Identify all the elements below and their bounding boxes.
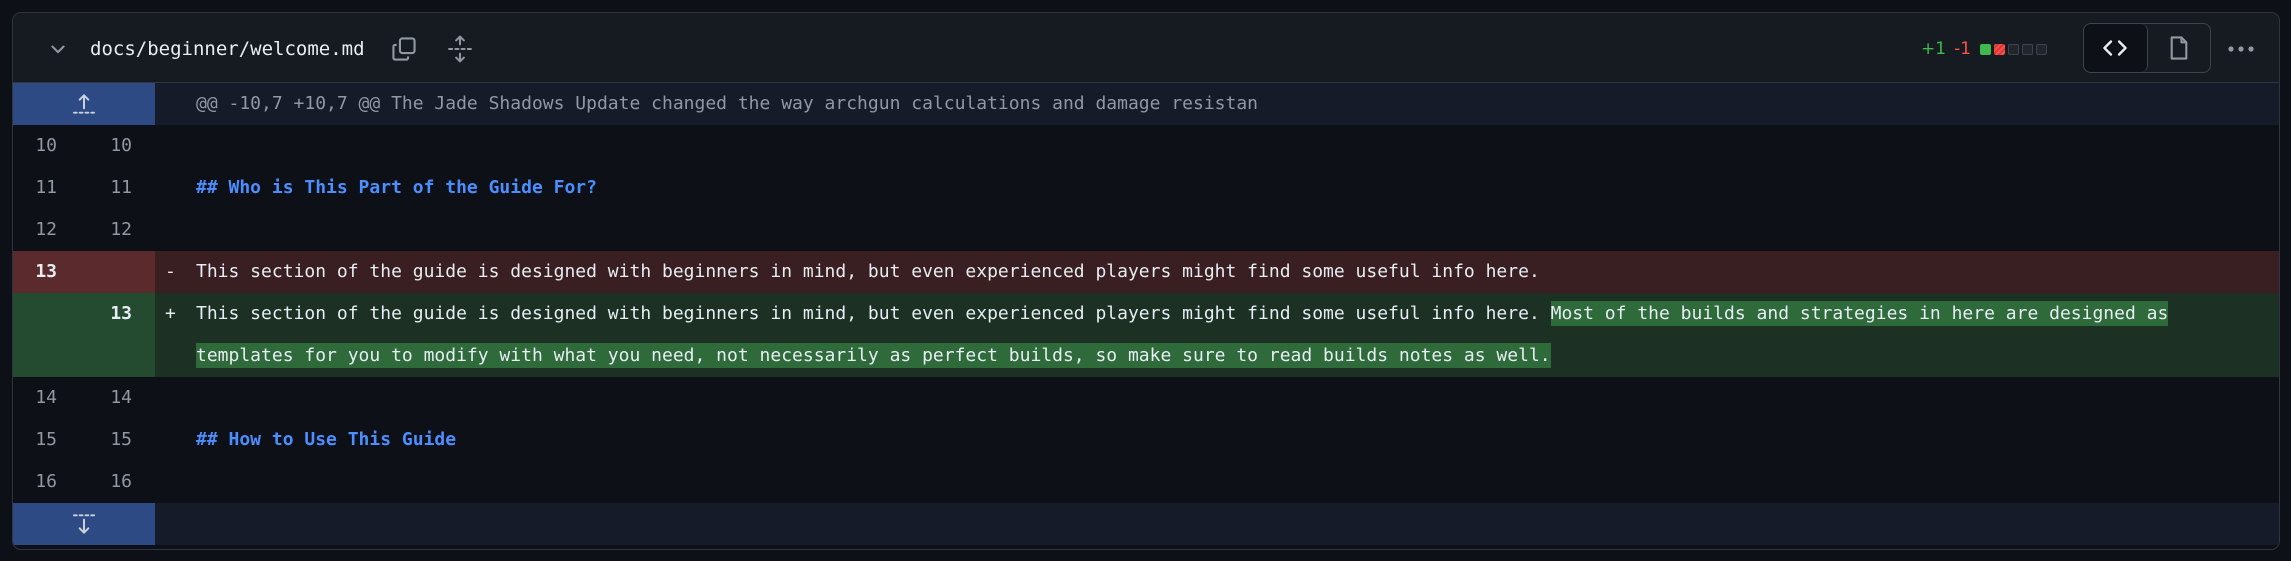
diff-line: 10 10 — [13, 125, 2279, 167]
diffstat-block-added — [1980, 43, 1992, 55]
hunk-header: @@ -10,7 +10,7 @@ The Jade Shadows Updat… — [196, 93, 1259, 114]
additions-count: +1 — [1921, 39, 1947, 59]
diff-line: 14 14 — [13, 377, 2279, 419]
line-code: This section of the guide is designed wi… — [196, 261, 1540, 282]
new-line-number[interactable]: 13 — [96, 293, 132, 335]
old-line-number[interactable]: 14 — [21, 377, 57, 419]
copy-icon[interactable] — [387, 32, 421, 66]
new-line-number[interactable]: 12 — [96, 209, 132, 251]
diffstat-blocks — [1980, 43, 2048, 55]
diff-file: docs/beginner/welcome.md +1 -1 @@ -10,7 … — [12, 12, 2280, 550]
deletion-marker: - — [165, 261, 176, 282]
view-toggle — [2083, 23, 2211, 73]
file-icon — [2170, 36, 2188, 60]
file-view-button[interactable] — [2148, 24, 2211, 72]
file-path[interactable]: docs/beginner/welcome.md — [90, 38, 365, 60]
code-icon — [2103, 40, 2128, 56]
old-line-number[interactable]: 12 — [21, 209, 57, 251]
new-line-number[interactable]: 11 — [96, 167, 132, 209]
deleted-line: 13 - This section of the guide is design… — [13, 251, 2279, 293]
new-line-number[interactable]: 14 — [96, 377, 132, 419]
diffstat: +1 -1 — [1921, 37, 2048, 61]
line-code: ## How to Use This Guide — [196, 429, 457, 450]
line-code: This section of the guide is designed wi… — [196, 293, 2236, 377]
diff-body: @@ -10,7 +10,7 @@ The Jade Shadows Updat… — [13, 83, 2279, 545]
code-view-button[interactable] — [2084, 24, 2148, 72]
new-line-number[interactable]: 16 — [96, 461, 132, 503]
addition-marker: + — [165, 303, 176, 324]
expand-up-icon[interactable] — [13, 83, 155, 125]
added-line: 13 + This section of the guide is design… — [13, 293, 2279, 377]
deletions-count: -1 — [1954, 39, 1972, 59]
line-gutter — [13, 293, 155, 377]
diff-line: 15 15 ## How to Use This Guide — [13, 419, 2279, 461]
old-line-number[interactable]: 13 — [21, 251, 57, 293]
line-code-common: This section of the guide is designed wi… — [196, 303, 1551, 324]
old-line-number[interactable]: 16 — [21, 461, 57, 503]
old-line-number[interactable]: 11 — [21, 167, 57, 209]
diffstat-block-neutral — [2036, 43, 2048, 55]
old-line-number[interactable]: 10 — [21, 125, 57, 167]
old-line-number[interactable]: 15 — [21, 419, 57, 461]
hunk-header-row: @@ -10,7 +10,7 @@ The Jade Shadows Updat… — [13, 83, 2279, 125]
diffstat-block-neutral — [2022, 43, 2034, 55]
file-header: docs/beginner/welcome.md +1 -1 — [13, 13, 2279, 83]
diffstat-block-deleted — [1994, 43, 2006, 55]
line-code: ## Who is This Part of the Guide For? — [196, 177, 597, 198]
expand-down-icon[interactable] — [13, 503, 155, 545]
expand-footer-row — [13, 503, 2279, 545]
diff-line: 11 11 ## Who is This Part of the Guide F… — [13, 167, 2279, 209]
expand-all-icon[interactable] — [443, 32, 477, 66]
diff-line: 16 16 — [13, 461, 2279, 503]
diff-line: 12 12 — [13, 209, 2279, 251]
new-line-number[interactable]: 15 — [96, 419, 132, 461]
diffstat-block-neutral — [2008, 43, 2020, 55]
new-line-number[interactable]: 10 — [96, 125, 132, 167]
chevron-down-icon[interactable] — [43, 35, 73, 63]
kebab-horizontal-icon[interactable] — [2219, 32, 2263, 66]
